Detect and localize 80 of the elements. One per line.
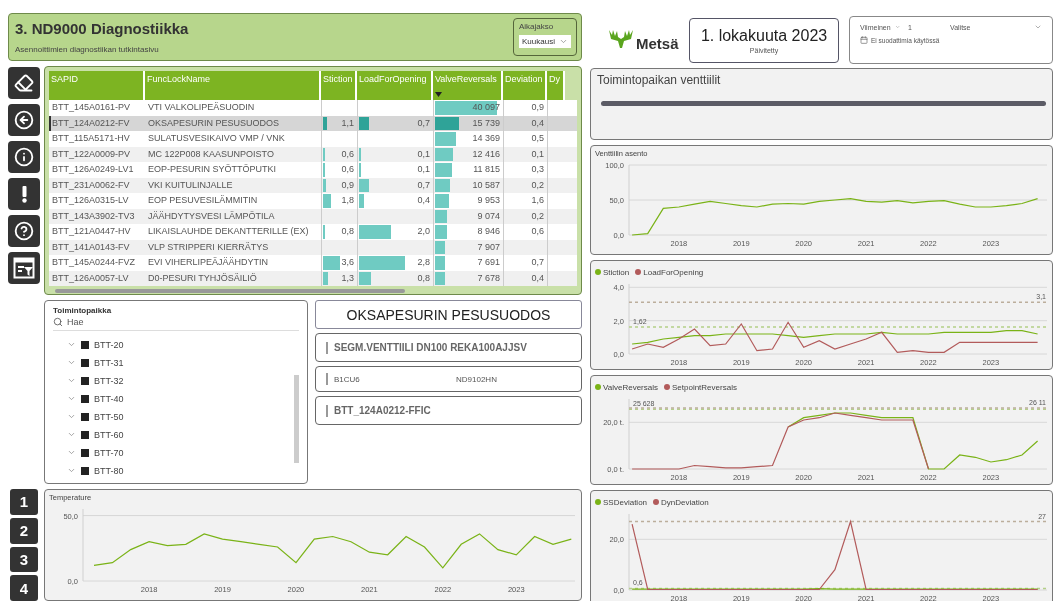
table-cell-text: EVI VIHERLIPEÄJÄÄHDYTIN: [147, 256, 270, 269]
table-cell-text: VLP STRIPPERI KIERRÄTYS: [147, 240, 270, 254]
date-text: 1. lokakuuta 2023: [700, 27, 828, 45]
table-cell-text: 9 074: [476, 209, 501, 223]
table-cell-text: 0,9: [340, 178, 355, 192]
table-cell-text: MC 122P008 KAASUNPOISTO: [147, 147, 275, 161]
table-cell-text: 15 739: [471, 116, 501, 130]
brand-name: Metsä: [636, 34, 679, 52]
table-cell-text: BTT_122A0009-PV: [51, 147, 132, 161]
valve-name-card: OKSAPESURIN PESUSUODOS: [315, 300, 582, 329]
table-cell-text: 11 815: [472, 163, 501, 176]
table-cell-text: 1,8: [340, 194, 355, 207]
table-cell-text: OKSAPESURIN PESUSUODOS: [147, 116, 281, 130]
card-text: SEGM.VENTTIILI DN100 REKA100AJJSV: [334, 342, 527, 353]
legend-label: SSDeviation: [603, 497, 648, 507]
table-cell-text: 7 678: [476, 271, 501, 285]
table-cell-text: 0,1: [416, 147, 431, 161]
table-cell-text: 12 416: [471, 147, 501, 161]
legend-label: DynDeviation: [661, 497, 709, 507]
period-label: Aikajakso: [519, 22, 555, 31]
table-cell-text: BTT_143A3902-TV3: [51, 209, 136, 223]
tree-title: Toimintopaikka: [53, 306, 113, 315]
card-text: ND9102HN: [456, 374, 498, 384]
table-cell-text: 0,7: [530, 256, 545, 269]
table-cell-text: BTT_124A0212-FV: [51, 116, 131, 130]
table-cell-text: LIKAISLAUHDE DEKANTTERILLE (EX): [147, 225, 310, 238]
table-cell-text: BTT_126A0249-LV1: [51, 163, 135, 176]
table-cell-text: SULATUSVESIKAIVO VMP / VNK: [147, 132, 286, 145]
table-cell-text: 9 953: [476, 194, 501, 207]
table-cell-text: 1,1: [340, 116, 355, 130]
table-cell-text: 0,6: [530, 225, 545, 238]
table-cell-text: BTT_145A0244-FVZ: [51, 256, 137, 269]
table-cell-text: 0,2: [530, 209, 545, 223]
legend-label: SetpointReversals: [672, 382, 737, 392]
table-cell-text: 0,6: [340, 147, 355, 161]
table-cell-text: 2,8: [416, 256, 431, 269]
table-cell-text: 0,8: [416, 271, 431, 285]
table-cell-text: EOP PESUVESILÄMMITIN: [147, 194, 259, 207]
table-cell-text: 0,8: [340, 225, 355, 238]
table-cell-text: 0,4: [530, 116, 545, 130]
page-subtitle: Asennoittimien diagnostiikan tutkintasivu: [15, 45, 160, 54]
table-cell-text: BTT_115A5171-HV: [51, 132, 131, 145]
table-cell-text: 3,6: [340, 256, 355, 269]
table-cell-text: 0,6: [340, 163, 355, 176]
table-cell-text: 0,2: [530, 178, 545, 192]
table-cell-text: 0,1: [416, 163, 431, 176]
table-cell-text: 2,0: [416, 225, 431, 238]
table-cell-text: JÄÄHDYTYSVESI LÄMPÖTILA: [147, 209, 276, 223]
table-cell-text: 0,5: [530, 132, 545, 145]
legend-label: LoadForOpening: [643, 267, 704, 277]
table-cell-text: 0,7: [416, 116, 431, 130]
table-cell-text: 0,4: [530, 271, 545, 285]
table-cell-text: 0,3: [530, 163, 545, 176]
table-cell-text: 10 587: [471, 178, 501, 192]
table-cell-text: 1,6: [530, 194, 545, 207]
table-cell-text: VTI VALKOLIPEÄSUODIN: [147, 101, 256, 114]
table-cell-text: 0,7: [416, 178, 431, 192]
table-cell-text: BTT_145A0161-PV: [51, 101, 132, 114]
table-cell-text: 14 369: [471, 132, 501, 145]
table-cell-text: VKI KUITULINJALLE: [147, 178, 234, 192]
table-cell-text: EOP-PESURIN SYÖTTÖPUTKI: [147, 163, 278, 176]
table-cell-text: BTT_231A0062-FV: [51, 178, 131, 192]
legend-label: ValveReversals: [603, 382, 658, 392]
table-cell-text: 0,9: [530, 101, 545, 114]
card-text: B1CU6: [334, 374, 361, 384]
table-cell-text: 0,4: [416, 194, 431, 207]
page-title: 3. ND9000 Diagnostiikka: [15, 20, 189, 37]
panel-title: Toimintopaikan venttiilit: [597, 73, 722, 87]
table-cell-text: 7 907: [476, 240, 501, 254]
table-cell-text: 7 691: [476, 256, 501, 269]
card-text: BTT_124A0212-FFIC: [334, 405, 431, 416]
table-cell-text: BTT_126A0057-LV: [51, 271, 130, 285]
table-cell-text: BTT_121A0447-HV: [51, 225, 132, 238]
legend-label: Stiction: [603, 267, 630, 277]
table-cell-text: 8 946: [476, 225, 501, 238]
table-cell-text: BTT_126A0315-LV: [51, 194, 130, 207]
table-cell-text: D0-PESURI TYHJÖSÄILIÖ: [147, 271, 258, 285]
table-cell-text: 1,3: [340, 271, 355, 285]
table-cell-text: 0,1: [530, 147, 545, 161]
table-cell-text: BTT_141A0143-FV: [51, 240, 131, 254]
